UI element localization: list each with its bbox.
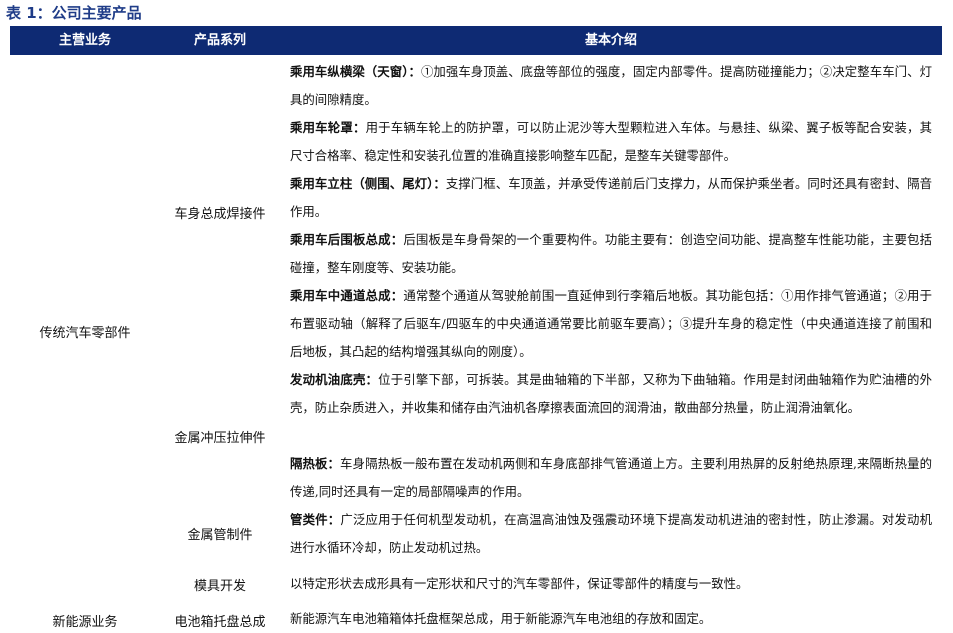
desc-item: 隔热板：车身隔热板一般布置在发动机两侧和车身底部排气管通道上方。主要利用热屏的反… [290,450,932,506]
header-business: 主营业务 [58,33,111,48]
business-traditional: 传统汽车零部件 [39,326,131,341]
business-new-energy: 新能源业务 [52,615,118,630]
header-intro: 基本介绍 [584,33,637,48]
desc-title: 发动机油底壳： [290,372,379,387]
desc-title: 管类件： [290,512,341,527]
desc-text: 用于车辆车轮上的防护罩，可以防止泥沙等大型颗粒进入车体。与悬挂、纵梁、翼子板等配… [290,120,933,163]
desc-text: 新能源汽车电池箱箱体托盘框架总成，用于新能源汽车电池组的存放和固定。 [290,611,712,626]
desc-item: 发动机油底壳：位于引擎下部，可拆装。其是曲轴箱的下半部，又称为下曲轴箱。作用是封… [290,366,932,422]
desc-item: 管类件：广泛应用于任何机型发动机，在高温高油蚀及强震动环境下提高发动机进油的密封… [290,506,932,562]
series-mold: 模具开发 [193,579,246,594]
desc-title: 乘用车轮罩： [290,120,366,135]
desc-item: 以特定形状去成形具有一定形状和尺寸的汽车零部件，保证零部件的精度与一致性。 [290,570,932,598]
series-metal-pipe: 金属管制件 [187,528,253,543]
desc-item: 乘用车中通道总成：通常整个通道从驾驶舱前围一直延伸到行李箱后地板。其功能包括：①… [290,282,932,366]
desc-title: 隔热板： [290,456,341,471]
desc-item: 乘用车立柱（侧围、尾灯）：支撑门框、车顶盖，并承受传递前后门支撑力，从而保护乘坐… [290,170,932,226]
desc-text: 以特定形状去成形具有一定形状和尺寸的汽车零部件，保证零部件的精度与一致性。 [290,576,749,591]
desc-item: 乘用车轮罩：用于车辆车轮上的防护罩，可以防止泥沙等大型颗粒进入车体。与悬挂、纵梁… [290,114,932,170]
desc-text: 位于引擎下部，可拆装。其是曲轴箱的下半部，又称为下曲轴箱。作用是封闭曲轴箱作为贮… [290,372,933,415]
desc-title: 乘用车后围板总成： [290,232,404,247]
desc-text: 车身隔热板一般布置在发动机两侧和车身底部排气管通道上方。主要利用热屏的反射绝热原… [290,456,932,499]
table-caption: 表 1：公司主要产品 [6,4,142,22]
desc-title: 乘用车立柱（侧围、尾灯）： [290,176,446,191]
desc-title: 乘用车中通道总成： [290,288,404,303]
series-metal-stamp: 金属冲压拉伸件 [174,431,266,446]
series-battery-tray: 电池箱托盘总成 [174,615,266,630]
desc-item: 乘用车纵横梁（天窗）：①加强车身顶盖、底盘等部位的强度，固定内部零件。提高防碰撞… [290,58,932,114]
header-series: 产品系列 [193,33,246,48]
desc-text: 广泛应用于任何机型发动机，在高温高油蚀及强震动环境下提高发动机进油的密封性，防止… [290,512,933,555]
desc-title: 乘用车纵横梁（天窗）： [290,64,421,79]
series-body-weld: 车身总成焊接件 [174,207,266,222]
table-header: 主营业务 产品系列 基本介绍 [10,26,942,55]
desc-item: 新能源汽车电池箱箱体托盘框架总成，用于新能源汽车电池组的存放和固定。 [290,605,932,633]
desc-item: 乘用车后围板总成：后围板是车身骨架的一个重要构件。功能主要有：创造空间功能、提高… [290,226,932,282]
